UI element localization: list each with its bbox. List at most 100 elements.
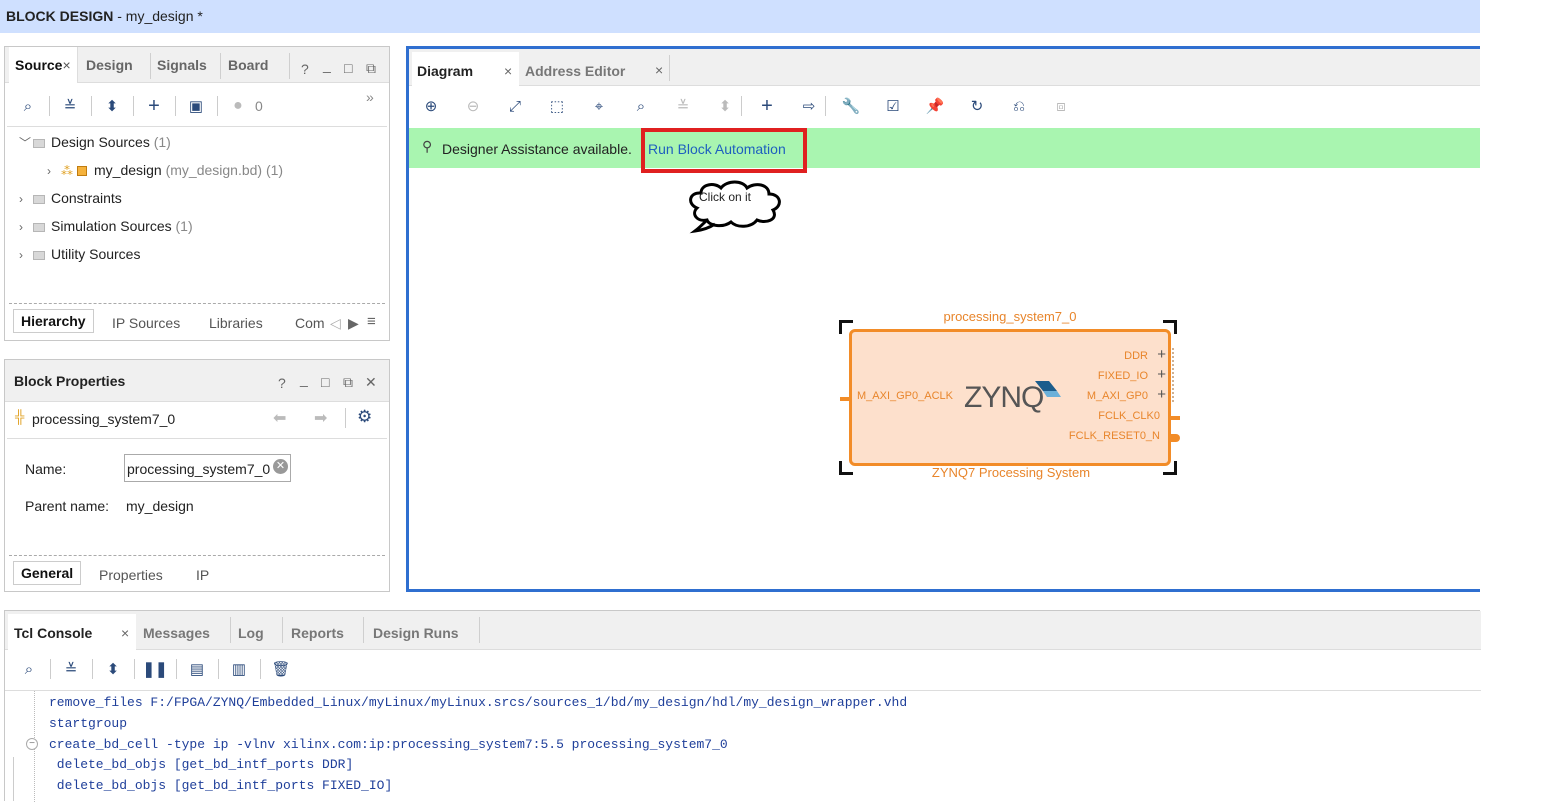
scroll-left-icon[interactable]: ◁ <box>330 315 341 332</box>
tab-close-icon[interactable]: × <box>504 63 512 79</box>
wrench-icon[interactable]: 🔧 <box>840 95 862 117</box>
tab-compile-order[interactable]: Com <box>295 315 325 331</box>
block-design-icon <box>77 166 87 176</box>
tab-general[interactable]: General <box>13 561 82 585</box>
tab-ip-sources[interactable]: IP Sources <box>112 315 180 331</box>
source-file-properties-icon[interactable]: ▣ <box>185 95 207 117</box>
tab-libraries[interactable]: Libraries <box>209 315 263 331</box>
chevron-down-icon[interactable]: ﹀ <box>19 134 33 151</box>
chevron-right-icon[interactable]: › <box>19 192 33 206</box>
ip-integrator-icon[interactable]: ⧈ <box>1050 95 1072 117</box>
port-fclk-clk0[interactable]: FCLK_CLK0 <box>1098 410 1160 422</box>
scroll-right-icon[interactable]: ▶ <box>348 315 359 332</box>
tab-close-icon[interactable]: × <box>121 625 129 641</box>
tab-messages[interactable]: Messages <box>143 625 210 641</box>
port-ddr[interactable]: DDR <box>1124 350 1148 362</box>
search-icon[interactable]: ⌕ <box>18 658 40 680</box>
forward-arrow-icon[interactable]: ➡ <box>314 408 327 428</box>
port-fixed-io[interactable]: FIXED_IO <box>1098 370 1148 382</box>
tab-properties[interactable]: Properties <box>99 567 163 583</box>
expand-all-icon[interactable]: ⬍ <box>714 95 736 117</box>
tab-board[interactable]: Board <box>228 57 268 73</box>
output-port-pin[interactable] <box>1170 416 1180 420</box>
close-icon[interactable]: ✕ <box>365 374 377 391</box>
console-toolbar: ⌕ ≚ ⬍ ❚❚ ▤ ▥ 🗑 <box>5 658 405 682</box>
clear-field-icon[interactable]: ✕ <box>273 459 288 474</box>
tab-menu-icon[interactable]: ≡ <box>367 313 376 330</box>
pause-icon[interactable]: ❚❚ <box>142 658 167 680</box>
float-icon[interactable]: ⧉ <box>343 374 353 391</box>
columns-icon[interactable]: ▥ <box>228 658 250 680</box>
tab-design-runs[interactable]: Design Runs <box>373 625 459 641</box>
fold-icon[interactable]: − <box>26 738 38 750</box>
chevron-right-icon[interactable]: › <box>19 220 33 234</box>
tab-source[interactable]: Source× <box>9 47 78 83</box>
more-icon[interactable]: » <box>366 89 374 105</box>
tab-signals[interactable]: Signals <box>157 57 207 73</box>
expand-all-icon[interactable]: ⬍ <box>101 95 123 117</box>
optimize-routing-icon[interactable]: ⎌ <box>1008 95 1030 117</box>
search-icon[interactable]: ⌕ <box>630 95 652 117</box>
input-port-pin[interactable] <box>840 397 850 401</box>
add-sources-icon[interactable]: + <box>143 95 165 117</box>
make-external-icon[interactable]: ⇨ <box>798 95 820 117</box>
window-title: BLOCK DESIGN - my_design * <box>6 8 203 24</box>
maximize-icon[interactable]: □ <box>321 374 329 390</box>
expand-port-icon[interactable]: + <box>1157 386 1166 403</box>
port-fclk-reset0-n[interactable]: FCLK_RESET0_N <box>1069 430 1160 442</box>
tab-log[interactable]: Log <box>238 625 264 641</box>
chevron-right-icon[interactable]: › <box>47 164 61 178</box>
callout-text: Click on it <box>699 190 752 204</box>
copy-icon[interactable]: ▤ <box>186 658 208 680</box>
validate-design-icon[interactable]: ☑ <box>882 95 904 117</box>
tree-item-design-sources[interactable]: ﹀ Design Sources (1) <box>19 134 171 151</box>
tree-item-simulation-sources[interactable]: › Simulation Sources (1) <box>19 218 193 234</box>
expand-port-icon[interactable]: + <box>1157 366 1166 383</box>
tree-item-constraints[interactable]: › Constraints <box>19 190 122 206</box>
zoom-fit-icon[interactable]: ⤢ <box>504 95 526 117</box>
tab-close-icon[interactable]: × <box>62 57 70 73</box>
add-ip-icon[interactable]: + <box>756 95 778 117</box>
search-icon[interactable]: ⌕ <box>17 95 39 117</box>
maximize-icon[interactable]: □ <box>344 60 352 76</box>
help-icon[interactable]: ? <box>301 61 309 77</box>
clear-icon[interactable]: 🗑 <box>270 658 292 680</box>
tab-address-editor[interactable]: Address Editor <box>525 63 625 79</box>
settings-gear-icon[interactable]: ⚙ <box>357 407 372 427</box>
minimize-icon[interactable]: _ <box>300 371 308 387</box>
tab-close-icon[interactable]: × <box>655 62 663 78</box>
collapse-all-icon[interactable]: ≚ <box>672 95 694 117</box>
folder-icon <box>33 139 45 148</box>
tree-item-my-design[interactable]: › ⁂ my_design (my_design.bd) (1) <box>47 162 283 178</box>
tab-tcl-console[interactable]: Tcl Console × <box>8 614 136 650</box>
interface-pins[interactable] <box>1172 348 1178 402</box>
help-icon[interactable]: ? <box>278 375 286 391</box>
minimize-icon[interactable]: _ <box>323 57 331 73</box>
tab-design[interactable]: Design <box>86 57 133 73</box>
ip-block-selection[interactable]: M_AXI_GP0_ACLK ZYNQ DDR + FIXED_IO + M_A… <box>839 320 1180 475</box>
regenerate-layout-icon[interactable]: ↻ <box>966 95 988 117</box>
pin-icon[interactable]: 📌 <box>924 95 946 117</box>
reset-port-pin[interactable] <box>1170 434 1180 442</box>
center-icon[interactable]: ⌖ <box>588 95 610 117</box>
collapse-all-icon[interactable]: ≚ <box>60 658 82 680</box>
collapse-all-icon[interactable]: ≚ <box>59 95 81 117</box>
name-field[interactable]: processing_system7_0 ✕ <box>124 454 291 482</box>
port-m-axi-gp0[interactable]: M_AXI_GP0 <box>1087 390 1148 402</box>
port-m-axi-gp0-aclk[interactable]: M_AXI_GP0_ACLK <box>857 390 953 402</box>
chevron-right-icon[interactable]: › <box>19 248 33 262</box>
expand-all-icon[interactable]: ⬍ <box>102 658 124 680</box>
float-icon[interactable]: ⧉ <box>366 60 376 77</box>
zoom-out-icon[interactable]: ⊖ <box>462 95 484 117</box>
back-arrow-icon[interactable]: ⬅ <box>273 408 286 428</box>
tab-diagram[interactable]: Diagram × <box>412 52 519 86</box>
left-edge <box>0 757 14 801</box>
zoom-in-icon[interactable]: ⊕ <box>420 95 442 117</box>
expand-port-icon[interactable]: + <box>1157 346 1166 363</box>
tab-reports[interactable]: Reports <box>291 625 344 641</box>
tree-item-utility-sources[interactable]: › Utility Sources <box>19 246 140 262</box>
tab-ip[interactable]: IP <box>196 567 209 583</box>
tab-hierarchy[interactable]: Hierarchy <box>13 309 94 333</box>
zynq-block[interactable]: M_AXI_GP0_ACLK ZYNQ DDR + FIXED_IO + M_A… <box>840 329 1180 466</box>
zoom-selection-icon[interactable]: ⬚ <box>546 95 568 117</box>
